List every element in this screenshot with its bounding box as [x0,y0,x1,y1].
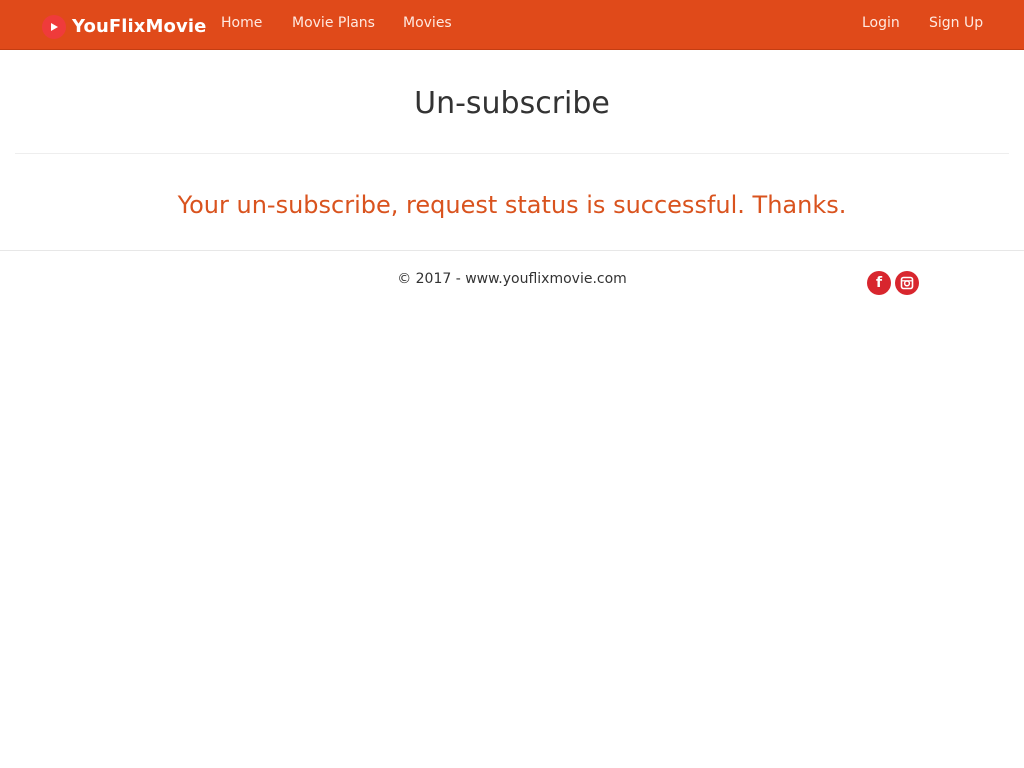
status-message: Your un-subscribe, request status is suc… [177,191,847,219]
facebook-icon: f [875,275,883,291]
nav-sign-up[interactable]: Sign Up [929,15,983,31]
nav-movie-plans[interactable]: Movie Plans [292,15,375,31]
page-title: Un-subscribe [414,86,610,121]
top-navbar: YouFlixMovie Home Movie Plans Movies Log… [0,0,1024,50]
title-divider [15,153,1009,154]
footer-divider [0,250,1024,251]
instagram-icon [900,276,914,290]
play-icon [42,15,66,39]
instagram-link[interactable] [895,271,919,295]
nav-login[interactable]: Login [862,15,900,31]
brand-logo-link[interactable]: YouFlixMovie [42,12,206,40]
nav-movies[interactable]: Movies [403,15,452,31]
brand-name: YouFlixMovie [72,15,207,37]
nav-home[interactable]: Home [221,15,262,31]
facebook-link[interactable]: f [867,271,891,295]
